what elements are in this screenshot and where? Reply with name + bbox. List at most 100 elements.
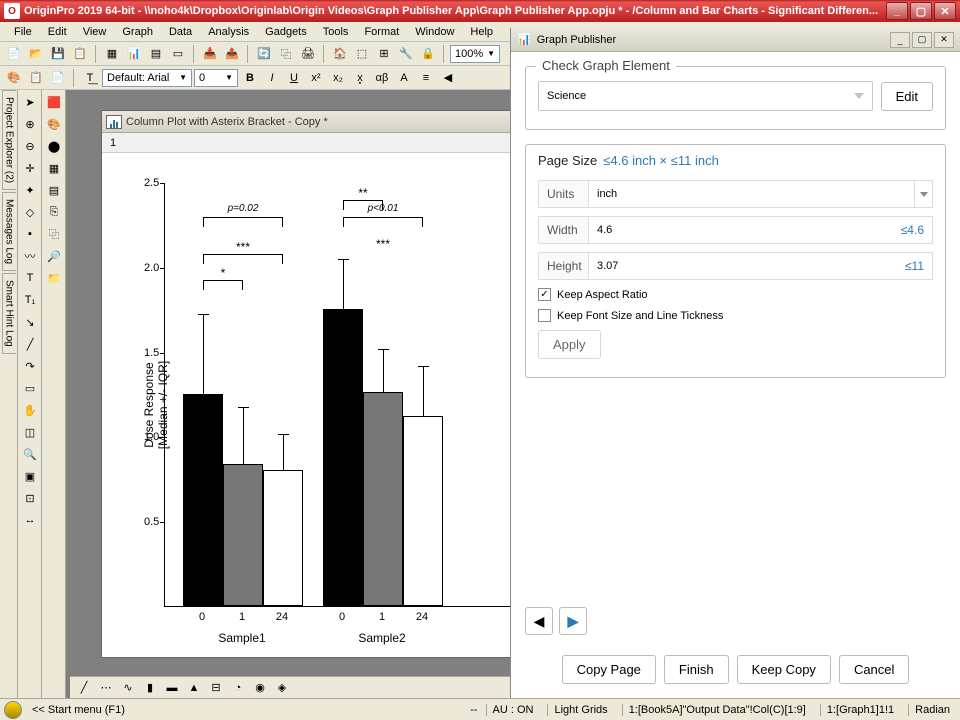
font-combo[interactable]: Default: Arial▼ <box>102 69 192 87</box>
draw-data-icon[interactable]: 〰 <box>20 246 40 266</box>
keep-font-checkbox[interactable] <box>538 309 551 322</box>
greek-icon[interactable]: αβ <box>372 68 392 88</box>
next-button[interactable]: ▶ <box>559 607 587 635</box>
color-dropper-icon[interactable]: 🟥 <box>44 92 64 112</box>
graph-publisher-title-bar[interactable]: 📊 Graph Publisher _ ▢ ✕ <box>511 28 960 52</box>
maximize-button[interactable]: ▢ <box>910 2 932 20</box>
arrow-tool-icon[interactable]: ↘ <box>20 312 40 332</box>
bar[interactable] <box>403 416 443 606</box>
tool-icon[interactable]: 🔧 <box>396 44 416 64</box>
extract-icon[interactable]: ⎘ <box>44 202 64 222</box>
add-column-icon[interactable]: ⊞ <box>374 44 394 64</box>
scatter-plot-icon[interactable]: ⋯ <box>96 678 116 698</box>
height-input[interactable]: 3.07≤11 <box>588 252 933 280</box>
save-icon[interactable]: 💾 <box>48 44 68 64</box>
journal-select[interactable]: Science <box>538 81 873 111</box>
menu-window[interactable]: Window <box>407 24 462 40</box>
circle-tool-icon[interactable]: ⬤ <box>44 136 64 156</box>
lock-icon[interactable]: 🔒 <box>418 44 438 64</box>
gp-close-button[interactable]: ✕ <box>934 32 954 48</box>
menu-data[interactable]: Data <box>161 24 200 40</box>
curved-arrow-icon[interactable]: ↷ <box>20 356 40 376</box>
copy-page-button[interactable]: Copy Page <box>562 655 656 684</box>
new-matrix-icon[interactable]: ▤ <box>146 44 166 64</box>
fontsize-combo[interactable]: 0▼ <box>194 69 238 87</box>
subscript-icon[interactable]: x₂ <box>328 68 348 88</box>
color-icon[interactable]: 🎨 <box>4 68 24 88</box>
layout-tool-icon[interactable]: ▦ <box>44 158 64 178</box>
scale-out-icon[interactable]: ⊖ <box>20 136 40 156</box>
rectangle-icon[interactable]: ▭ <box>20 378 40 398</box>
decrease-indent-icon[interactable]: ◀ <box>438 68 458 88</box>
menu-format[interactable]: Format <box>356 24 407 40</box>
new-project-icon[interactable]: 📄 <box>4 44 24 64</box>
new-graph-icon[interactable]: 📊 <box>124 44 144 64</box>
bar[interactable] <box>183 394 223 606</box>
mask-icon[interactable]: ▪ <box>20 224 40 244</box>
paste-format-icon[interactable]: 📄 <box>48 68 68 88</box>
menu-graph[interactable]: Graph <box>114 24 161 40</box>
smart-hint-tab[interactable]: Smart Hint Log <box>2 273 16 354</box>
box-plot-icon[interactable]: ⊟ <box>206 678 226 698</box>
open-icon[interactable]: 📂 <box>26 44 46 64</box>
region-icon[interactable]: ◫ <box>20 422 40 442</box>
scale-in-icon[interactable]: ⊕ <box>20 114 40 134</box>
units-select[interactable]: inch <box>588 180 915 208</box>
data-selector-icon[interactable]: ◇ <box>20 202 40 222</box>
apply-button[interactable]: Apply <box>538 330 601 359</box>
new-layout-icon[interactable]: ▭ <box>168 44 188 64</box>
menu-edit[interactable]: Edit <box>40 24 75 40</box>
area-plot-icon[interactable]: ▲ <box>184 678 204 698</box>
superscript-icon[interactable]: x² <box>306 68 326 88</box>
gp-maximize-button[interactable]: ▢ <box>912 32 932 48</box>
bar-plot-icon[interactable]: ▬ <box>162 678 182 698</box>
refresh-icon[interactable]: 🔄 <box>254 44 274 64</box>
menu-gadgets[interactable]: Gadgets <box>257 24 315 40</box>
edit-button[interactable]: Edit <box>881 82 933 111</box>
bold-icon[interactable]: B <box>240 68 260 88</box>
rescale-icon[interactable]: ↔︎ <box>20 510 40 530</box>
width-input[interactable]: 4.6≤4.6 <box>588 216 933 244</box>
print-icon[interactable]: 🖨 <box>298 44 318 64</box>
copy-format-icon[interactable]: 📋 <box>26 68 46 88</box>
hand-tool-icon[interactable]: ✋ <box>20 400 40 420</box>
keep-ratio-checkbox[interactable]: ✓ <box>538 288 551 301</box>
menu-view[interactable]: View <box>75 24 115 40</box>
bar[interactable] <box>263 470 303 606</box>
supersubscript-icon[interactable]: x͓ <box>350 68 370 88</box>
panel-icon[interactable]: ▤ <box>44 180 64 200</box>
bar[interactable] <box>363 392 403 606</box>
bar[interactable] <box>323 309 363 606</box>
gp-minimize-button[interactable]: _ <box>890 32 910 48</box>
finish-button[interactable]: Finish <box>664 655 729 684</box>
screen-reader-icon[interactable]: ✦ <box>20 180 40 200</box>
insert-graph-icon[interactable]: ▣ <box>20 466 40 486</box>
pie-plot-icon[interactable]: ◔ <box>228 678 248 698</box>
line-tool-icon[interactable]: ╱ <box>20 334 40 354</box>
template-icon[interactable]: 📋 <box>70 44 90 64</box>
menu-help[interactable]: Help <box>462 24 501 40</box>
menu-analysis[interactable]: Analysis <box>200 24 257 40</box>
duplicate-icon[interactable]: ⿻ <box>276 44 296 64</box>
minimize-button[interactable]: _ <box>886 2 908 20</box>
new-worksheet-icon[interactable]: ▦ <box>102 44 122 64</box>
menu-tools[interactable]: Tools <box>315 24 357 40</box>
annotation-icon[interactable]: T₁ <box>20 290 40 310</box>
palette-icon[interactable]: 🎨 <box>44 114 64 134</box>
keep-copy-button[interactable]: Keep Copy <box>737 655 831 684</box>
font-normal-icon[interactable]: A <box>394 68 414 88</box>
project-explorer-tab[interactable]: Project Explorer (2) <box>2 90 16 190</box>
3d-plot-icon[interactable]: ◈ <box>272 678 292 698</box>
start-menu-hint[interactable]: << Start menu (F1) <box>32 704 125 716</box>
bar[interactable] <box>223 464 263 606</box>
align-left-icon[interactable]: ≡ <box>416 68 436 88</box>
home-icon[interactable]: 🏠 <box>330 44 350 64</box>
underline-icon[interactable]: U <box>284 68 304 88</box>
messages-log-tab[interactable]: Messages Log <box>2 192 16 271</box>
merge-icon[interactable]: ⿻ <box>44 224 64 244</box>
units-caret[interactable] <box>915 180 933 208</box>
menu-file[interactable]: File <box>6 24 40 40</box>
import-icon[interactable]: 📥 <box>200 44 220 64</box>
zoom-tool-icon[interactable]: 🔍 <box>20 444 40 464</box>
cancel-button[interactable]: Cancel <box>839 655 909 684</box>
